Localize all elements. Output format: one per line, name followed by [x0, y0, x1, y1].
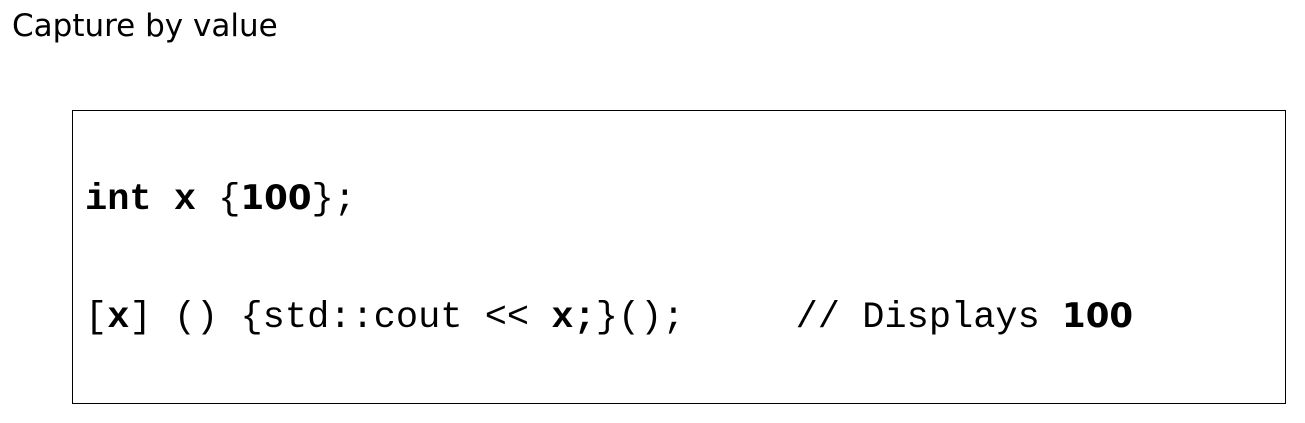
close-brace-semicolon: }; [311, 179, 356, 221]
open-brace: { [218, 179, 241, 221]
lambda-body-start: ] () {std::cout << [129, 297, 552, 339]
initial-value: 100 [240, 178, 312, 218]
slide-title: Capture by value [12, 8, 278, 44]
lambda-invoke: }(); [595, 297, 685, 339]
spacing [685, 297, 796, 339]
code-line-lambda: [x] () {std::cout << x;}(); // Displays … [85, 294, 1133, 340]
code-line-declaration: int x {100}; [85, 176, 356, 222]
code-box: int x {100}; [x] () {std::cout << x;}();… [72, 110, 1286, 404]
variable-x: x [173, 179, 197, 221]
comment-value: 100 [1062, 296, 1134, 336]
comment: // Displays [795, 297, 1063, 339]
captured-variable: x [107, 297, 130, 339]
output-statement: x; [551, 297, 596, 339]
capture-open-bracket: [ [85, 297, 108, 339]
keyword-int: int [85, 179, 152, 221]
